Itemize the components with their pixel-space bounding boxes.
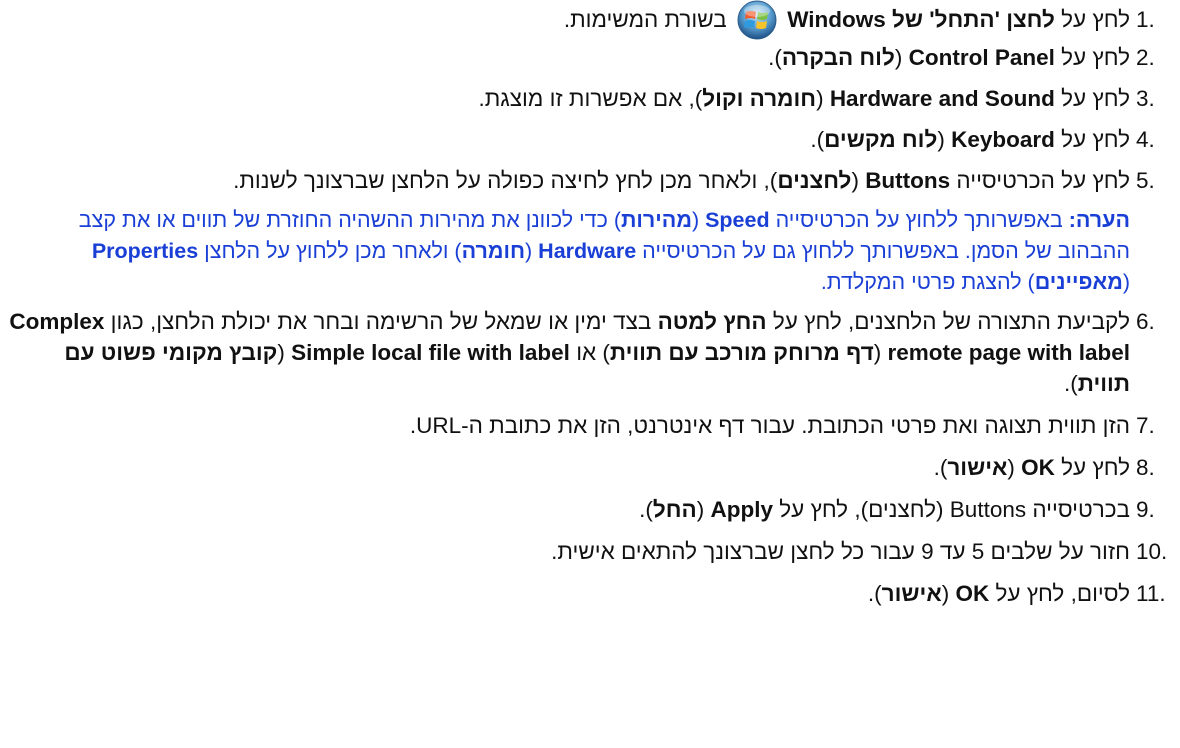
step-text: ( bbox=[873, 340, 888, 365]
step-text: ). bbox=[639, 497, 653, 522]
step-4: 4. לחץ על Keyboard (לוח מקשים). bbox=[0, 124, 1176, 156]
note-text: באפשרותך ללחוץ על הכרטיסייה bbox=[769, 208, 1069, 232]
hardware-sound-label: Hardware and Sound bbox=[829, 86, 1055, 111]
hardware-tab-hebrew-label: חומרה bbox=[461, 239, 526, 263]
step-text: לחץ על הכרטיסייה bbox=[950, 168, 1130, 193]
step-text: ( bbox=[851, 168, 866, 193]
step-number: 7. bbox=[1136, 413, 1155, 438]
step-text: ( bbox=[941, 581, 956, 606]
step-number: 2. bbox=[1136, 45, 1155, 70]
note-paragraph: הערה: באפשרותך ללחוץ על הכרטיסייה Speed … bbox=[46, 205, 1176, 298]
step-text: בצד ימין או שמאל של הרשימה ובחר את יכולת… bbox=[104, 309, 658, 334]
ok-hebrew-label: אישור bbox=[881, 581, 942, 606]
step-text: ), אם אפשרות זו מוצגת. bbox=[478, 86, 703, 111]
step-text: ). bbox=[768, 45, 782, 70]
ok-label: OK bbox=[1021, 455, 1055, 480]
step-text: ( bbox=[696, 497, 711, 522]
step-number: 9. bbox=[1136, 497, 1155, 522]
step-2: 2. לחץ על Control Panel (לוח הבקרה). bbox=[0, 42, 1176, 74]
steps-list-continued: 6. לקביעת התצורה של הלחצנים, לחץ על החץ … bbox=[0, 306, 1180, 610]
note-text: ) להצגת פרטי המקלדת. bbox=[820, 270, 1035, 294]
step-text: לחץ על bbox=[1054, 45, 1130, 70]
step-text: ). bbox=[810, 127, 825, 152]
ok-label: OK bbox=[955, 581, 990, 606]
step-text: ( bbox=[1007, 455, 1022, 480]
step-text: ( bbox=[894, 45, 909, 70]
step-number: 3. bbox=[1136, 86, 1155, 111]
speed-tab-hebrew-label: מהירות bbox=[621, 208, 692, 232]
step-text: לקביעת התצורה של הלחצנים, לחץ על bbox=[766, 309, 1130, 334]
step-text: בכרטיסייה Buttons (לחצנים), לחץ על bbox=[772, 497, 1130, 522]
step-8: 8. לחץ על OK (אישור). bbox=[0, 452, 1176, 484]
ok-hebrew-label: אישור bbox=[947, 455, 1008, 480]
step-number: 5. bbox=[1136, 168, 1155, 193]
step-text: לסיום, לחץ על bbox=[989, 581, 1130, 606]
control-panel-hebrew-label: לוח הבקרה bbox=[781, 45, 895, 70]
step-text: הזן תווית תצוגה ואת פרטי הכתובת. עבור דף… bbox=[409, 413, 1130, 438]
windows-start-orb-icon bbox=[737, 0, 777, 40]
note-text: ( bbox=[691, 208, 706, 232]
step-5: 5. לחץ על הכרטיסייה Buttons (לחצנים), ול… bbox=[0, 165, 1176, 197]
step-9: 9. בכרטיסייה Buttons (לחצנים), לחץ על Ap… bbox=[0, 494, 1176, 526]
step-text: ). bbox=[933, 455, 948, 480]
step-number: 10. bbox=[1136, 539, 1168, 564]
step-6: 6. לקביעת התצורה של הלחצנים, לחץ על החץ … bbox=[0, 306, 1176, 399]
apply-hebrew-label: החל bbox=[652, 497, 697, 522]
step-text: לחץ על bbox=[1054, 127, 1130, 152]
speed-tab-label: Speed bbox=[705, 208, 770, 232]
step-text: ) או bbox=[569, 340, 610, 365]
step-3: 3. לחץ על Hardware and Sound (חומרה וקול… bbox=[0, 83, 1176, 115]
step-number: 1. bbox=[1136, 7, 1155, 32]
step-7: 7. הזן תווית תצוגה ואת פרטי הכתובת. עבור… bbox=[0, 410, 1176, 442]
down-arrow-label: החץ למטה bbox=[657, 309, 767, 334]
note-text: ( bbox=[525, 239, 539, 263]
step-11: 11. לסיום, לחץ על OK (אישור). bbox=[0, 578, 1176, 610]
note-label: הערה: bbox=[1068, 208, 1130, 232]
step-10: 10. חזור על שלבים 5 עד 9 עבור כל לחצן שב… bbox=[0, 536, 1176, 568]
keyboard-label: Keyboard bbox=[951, 127, 1055, 152]
instructions-document: 1. לחץ על לחצן 'התחל' של Windows בשורת ה… bbox=[0, 0, 1180, 748]
step-number: 11. bbox=[1136, 581, 1166, 606]
step-text: ), ולאחר מכן לחץ לחיצה כפולה על הלחצן שב… bbox=[233, 168, 778, 193]
start-button-label: לחצן 'התחל' של Windows bbox=[787, 7, 1055, 32]
step-number: 8. bbox=[1136, 455, 1155, 480]
step-text: ( bbox=[937, 127, 952, 152]
properties-button-label: Properties bbox=[91, 239, 199, 263]
step-text: לחץ על bbox=[1054, 86, 1130, 111]
step-text: ( bbox=[277, 340, 292, 365]
control-panel-label: Control Panel bbox=[908, 45, 1055, 70]
step-text: ). bbox=[867, 581, 882, 606]
step-text: חזור על שלבים 5 עד 9 עבור כל לחצן שברצונ… bbox=[551, 539, 1130, 564]
complex-remote-page-hebrew-label: דף מרוחק מורכב עם תווית bbox=[609, 340, 874, 365]
step-number: 4. bbox=[1136, 127, 1155, 152]
steps-list: 1. לחץ על לחצן 'התחל' של Windows בשורת ה… bbox=[0, 0, 1180, 197]
apply-label: Apply bbox=[710, 497, 773, 522]
buttons-tab-label: Buttons bbox=[865, 168, 951, 193]
step-text-end: בשורת המשימות. bbox=[563, 7, 733, 32]
step-number: 6. bbox=[1136, 309, 1155, 334]
step-text: לחץ על bbox=[1054, 455, 1130, 480]
note-text: ( bbox=[1122, 270, 1130, 294]
step-1: 1. לחץ על לחצן 'התחל' של Windows בשורת ה… bbox=[0, 0, 1176, 40]
step-text: לחץ על bbox=[1054, 7, 1130, 32]
hardware-tab-label: Hardware bbox=[538, 239, 637, 263]
note-text: ) ולאחר מכן ללחוץ על הלחצן bbox=[198, 239, 462, 263]
properties-hebrew-label: מאפיינים bbox=[1034, 270, 1123, 294]
buttons-tab-hebrew-label: לחצנים bbox=[777, 168, 852, 193]
hardware-sound-hebrew-label: חומרה וקול bbox=[702, 86, 817, 111]
simple-local-file-label: Simple local file with label bbox=[291, 340, 570, 365]
keyboard-hebrew-label: לוח מקשים bbox=[824, 127, 938, 152]
step-text: ). bbox=[1064, 371, 1078, 396]
step-text: ( bbox=[816, 86, 830, 111]
